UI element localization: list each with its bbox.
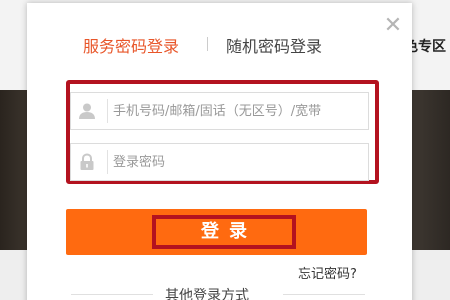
password-input[interactable] xyxy=(113,148,361,176)
forgot-password-link[interactable]: 忘记密码? xyxy=(298,263,357,282)
login-button-label: 登录 xyxy=(201,221,257,242)
divider-left xyxy=(71,294,153,295)
account-field[interactable] xyxy=(70,92,369,130)
account-input[interactable] xyxy=(113,97,361,125)
field-divider xyxy=(107,99,108,123)
login-modal: ✕ 服务密码登录 随机密码登录 登录 忘记密码? 其他登录方式 xyxy=(27,3,412,300)
lock-icon xyxy=(80,153,94,170)
password-field[interactable] xyxy=(70,143,369,181)
field-divider xyxy=(107,150,108,174)
tab-random-password[interactable]: 随机密码登录 xyxy=(226,33,322,57)
divider-right xyxy=(283,294,365,295)
login-tabs: 服务密码登录 随机密码登录 xyxy=(27,33,412,59)
login-button[interactable]: 登录 xyxy=(66,209,367,255)
highlight-frame-login: 登录 xyxy=(152,215,296,249)
other-login-label: 其他登录方式 xyxy=(165,288,249,300)
user-icon xyxy=(79,103,95,119)
other-login-section: 其他登录方式 xyxy=(27,285,412,300)
tab-separator xyxy=(207,37,208,51)
tab-service-password[interactable]: 服务密码登录 xyxy=(83,33,179,57)
